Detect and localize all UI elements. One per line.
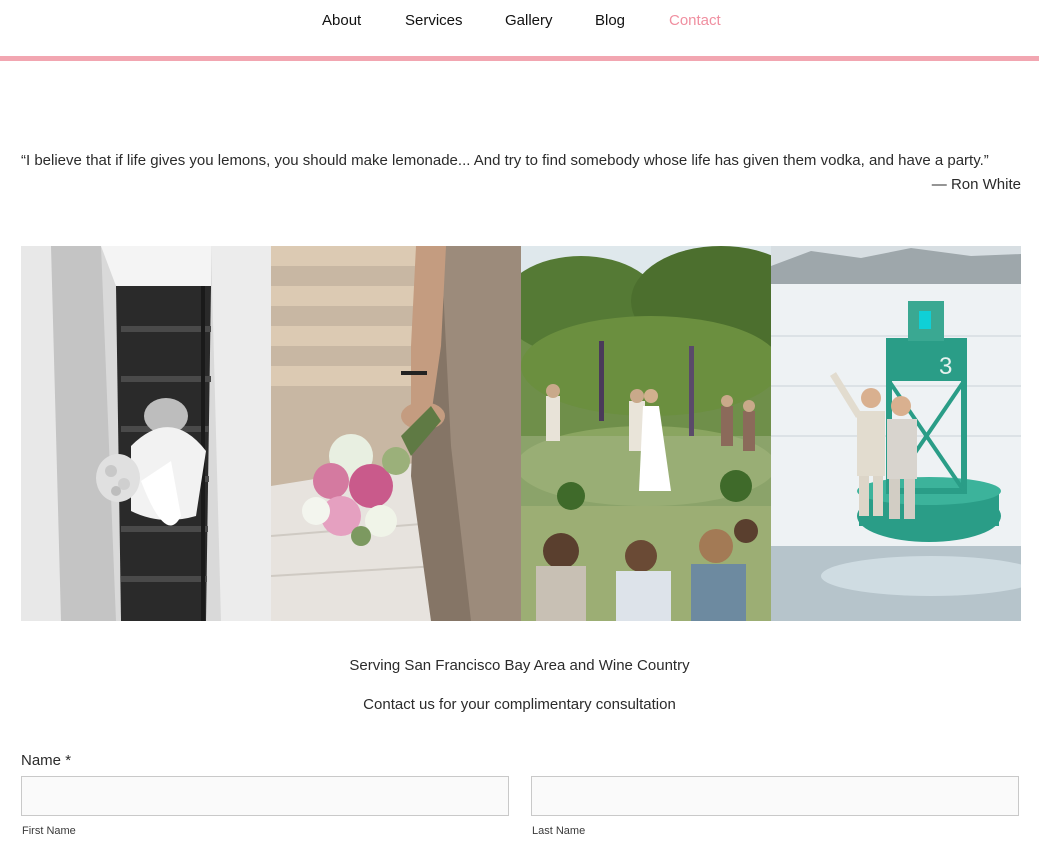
last-name-input[interactable]	[531, 776, 1019, 816]
first-name-input[interactable]	[21, 776, 509, 816]
top-navigation: About Services Gallery Blog Contact	[0, 0, 1039, 56]
last-name-sublabel: Last Name	[532, 825, 586, 837]
garden-ceremony-photo[interactable]	[521, 246, 771, 621]
nav-gallery-link[interactable]: Gallery	[505, 12, 553, 29]
quote-text: “I believe that if life gives you lemons…	[21, 152, 989, 169]
nav-blog-link[interactable]: Blog	[595, 12, 625, 29]
photo-gallery: 3	[21, 246, 1021, 621]
bride-on-staircase-photo[interactable]	[21, 246, 271, 621]
required-mark: *	[65, 752, 72, 769]
service-area-text: Serving San Francisco Bay Area and Wine …	[349, 657, 690, 674]
nav-accent-divider	[0, 56, 1039, 61]
grooms-on-buoy-photo[interactable]: 3	[771, 246, 1021, 621]
name-label-text: Name	[21, 752, 62, 769]
first-name-sublabel: First Name	[22, 825, 76, 837]
nav-contact-link[interactable]: Contact	[669, 12, 721, 29]
bridal-bouquet-photo[interactable]	[271, 246, 521, 621]
nav-services-link[interactable]: Services	[405, 12, 463, 29]
svg-text:3: 3	[939, 353, 952, 380]
nav-about-link[interactable]: About	[322, 12, 361, 29]
quote-author: — Ron White	[931, 176, 1021, 193]
name-field-label: Name *	[21, 752, 71, 769]
consultation-text: Contact us for your complimentary consul…	[363, 696, 676, 713]
